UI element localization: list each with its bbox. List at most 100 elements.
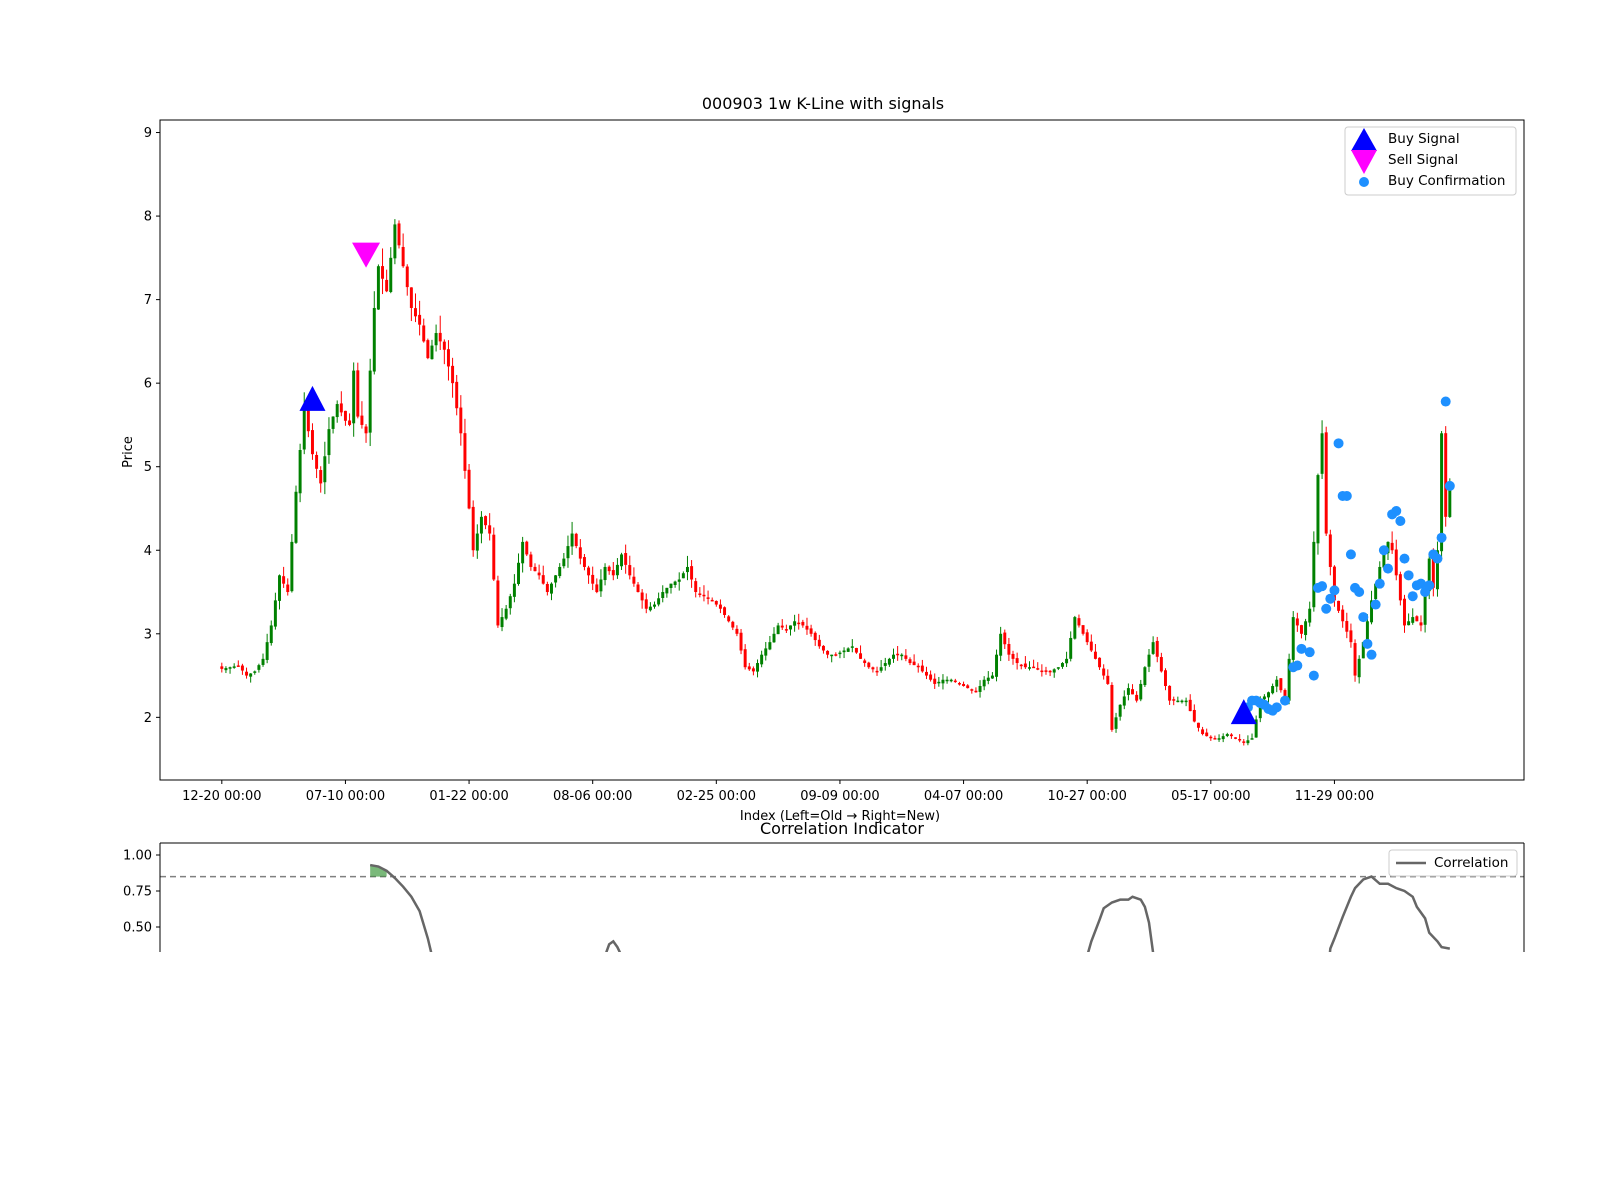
candle-body [430, 345, 434, 360]
candle-body [1081, 625, 1085, 634]
buy-confirmation-marker [1399, 553, 1410, 564]
candle-body [405, 266, 409, 288]
candle-body [982, 679, 986, 687]
candle-body [1320, 433, 1324, 474]
buy-confirmation-marker [1292, 660, 1303, 671]
candle-body [879, 667, 883, 671]
buy-confirmation-marker [1354, 587, 1365, 598]
buy-confirmation-marker [1378, 545, 1389, 556]
candle-body [409, 287, 413, 308]
candle-body [1246, 740, 1250, 744]
buy-confirmation-marker [1424, 580, 1435, 591]
candle-body [727, 616, 731, 622]
candle-body [731, 621, 735, 628]
candle-body [957, 683, 961, 685]
legend-sell-label: Sell Signal [1388, 152, 1458, 168]
candle-body [1357, 658, 1361, 678]
kline-x-tick-label: 09-09 00:00 [800, 789, 879, 804]
candle-body [1407, 621, 1411, 626]
candle-body [488, 525, 492, 534]
candle-body [916, 665, 920, 668]
candle-body [937, 681, 941, 684]
candle-body [1155, 640, 1159, 657]
kline-title: 000903 1w K-Line with signals [702, 94, 944, 113]
candle-body [1196, 722, 1200, 728]
candle-body [1275, 679, 1279, 687]
candle-body [1093, 651, 1097, 659]
candle-body [1312, 541, 1316, 608]
candle-body [929, 674, 933, 680]
kline-y-tick-label: 3 [144, 627, 152, 642]
candle-body [920, 665, 924, 672]
candle-body [1003, 632, 1007, 645]
candle-body [1168, 685, 1172, 701]
candle-body [356, 370, 360, 417]
candle-body [867, 662, 871, 668]
candle-body [397, 223, 401, 246]
candle-body [582, 557, 586, 567]
candle-body [570, 533, 574, 547]
candle-body [1048, 670, 1052, 673]
kline-x-tick-label: 12-20 00:00 [182, 789, 261, 804]
candle-body [789, 625, 792, 630]
candle-body [315, 454, 319, 469]
candle-body [1217, 738, 1221, 740]
candle-body [690, 566, 694, 580]
candle-body [459, 407, 463, 434]
candle-body [710, 599, 714, 602]
candle-body [842, 650, 846, 653]
candle-body [784, 629, 788, 631]
legend-confirm-label: Buy Confirmation [1388, 173, 1505, 189]
candle-body [1328, 534, 1332, 567]
legend-confirm-icon [1359, 177, 1369, 187]
candle-body [941, 679, 945, 684]
candle-body [809, 628, 813, 634]
candle-body [1069, 637, 1073, 659]
candle-body [1341, 609, 1345, 622]
candle-body [269, 625, 273, 644]
candle-body [1308, 608, 1312, 623]
candle-body [611, 570, 615, 576]
buy-confirmation-marker [1374, 578, 1385, 589]
candle-body [372, 307, 376, 372]
candle-body [1267, 692, 1270, 698]
buy-confirmation-marker [1436, 532, 1447, 543]
candle-body [990, 675, 994, 679]
candle-body [883, 663, 887, 666]
candle-body [475, 533, 479, 551]
candle-body [739, 632, 743, 651]
candle-body [273, 600, 277, 627]
candle-body [442, 341, 446, 350]
candle-body [549, 583, 553, 594]
candle-body [1118, 704, 1122, 717]
candle-body [1345, 621, 1349, 632]
candle-body [966, 685, 970, 689]
candle-body [768, 642, 772, 650]
candle-body [401, 246, 405, 267]
candle-body [236, 665, 240, 667]
candle-body [1164, 670, 1167, 687]
candle-body [999, 633, 1003, 656]
candle-body [1065, 658, 1069, 664]
candle-body [1032, 666, 1036, 669]
candle-body [1394, 549, 1398, 576]
kline-y-label: Price [121, 436, 136, 468]
candle-body [846, 648, 850, 652]
candle-body [1015, 658, 1019, 664]
candle-body [249, 673, 253, 677]
buy-confirmation-marker [1271, 702, 1282, 713]
candle-body [364, 426, 368, 434]
buy-confirmation-marker [1308, 670, 1319, 681]
candle-body [978, 686, 982, 692]
candle-body [756, 663, 760, 672]
candle-body [278, 575, 281, 601]
candle-body [500, 617, 504, 628]
correlation-title: Correlation Indicator [760, 819, 924, 838]
candle-body [1299, 625, 1303, 634]
candle-body [1102, 668, 1106, 676]
candle-body [1390, 542, 1394, 551]
candle-body [1019, 664, 1023, 667]
candle-body [636, 584, 640, 593]
kline-legend: Buy Signal Sell Signal Buy Confirmation [1344, 126, 1517, 196]
candle-body [1192, 709, 1196, 722]
